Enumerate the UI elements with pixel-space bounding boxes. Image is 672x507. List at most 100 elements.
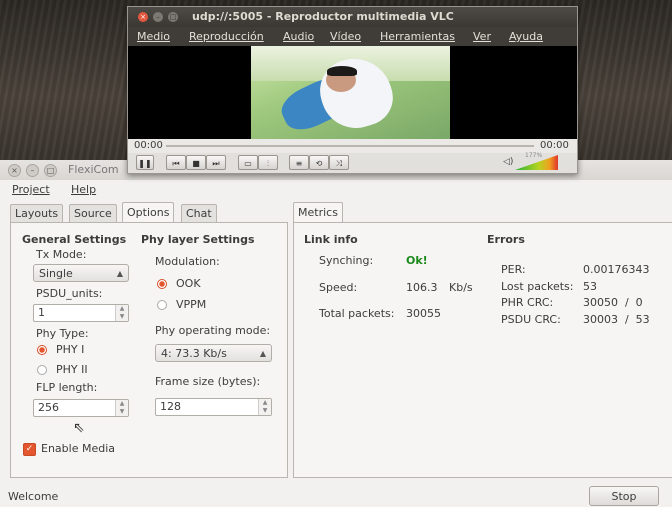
tab-metrics[interactable]: Metrics xyxy=(293,202,343,222)
phy1-radio[interactable] xyxy=(37,345,47,355)
frame-size-label: Frame size (bytes): xyxy=(155,375,261,388)
video-area[interactable] xyxy=(128,46,577,139)
time-elapsed: 00:00 xyxy=(134,140,163,151)
phr-crc-label: PHR CRC: xyxy=(501,296,554,309)
phr-crc-value: 30050 / 0 xyxy=(583,296,643,309)
tab-source[interactable]: Source xyxy=(69,204,117,222)
phy-type-label: Phy Type: xyxy=(36,327,89,340)
vlc-menu-medio[interactable]: Medio xyxy=(137,30,170,43)
tx-mode-select[interactable]: Single ▲ xyxy=(33,264,129,282)
modulation-label: Modulation: xyxy=(155,255,220,268)
updown-icon: ▲ xyxy=(259,349,266,358)
link-info-heading: Link info xyxy=(304,233,358,246)
volume-percent: 177% xyxy=(525,152,543,159)
speed-unit: Kb/s xyxy=(449,281,473,294)
stop-button[interactable]: Stop xyxy=(589,486,659,506)
menu-project[interactable]: Project xyxy=(12,183,50,196)
maximize-icon[interactable]: □ xyxy=(44,164,57,177)
per-label: PER: xyxy=(501,263,526,276)
previous-icon[interactable]: ⏮ xyxy=(166,155,186,170)
metrics-panel: Link info Synching: Ok! Speed: 106.3 Kb/… xyxy=(293,222,672,478)
equalizer-icon[interactable]: ⫶ xyxy=(258,155,278,170)
phy-mode-select[interactable]: 4: 73.3 Kb/s ▲ xyxy=(155,344,272,362)
speaker-icon: ◁) xyxy=(503,157,514,167)
synching-value: Ok! xyxy=(406,254,428,267)
menu-help[interactable]: Help xyxy=(71,183,96,196)
speed-value: 106.3 xyxy=(406,281,438,294)
vppm-label: VPPM xyxy=(176,298,207,311)
vlc-menu-ver[interactable]: Ver xyxy=(473,30,491,43)
vlc-titlebar[interactable]: × – □ udp://:5005 - Reproductor multimed… xyxy=(128,7,577,27)
ook-label: OOK xyxy=(176,277,201,290)
total-packets-value: 30055 xyxy=(406,307,441,320)
seek-slider[interactable] xyxy=(166,145,534,147)
vlc-menu-reproduccion[interactable]: Reproducción xyxy=(189,30,264,43)
vlc-menubar: Medio Reproducción Audio Vídeo Herramien… xyxy=(128,27,577,46)
phy2-radio[interactable] xyxy=(37,365,47,375)
flp-length-label: FLP length: xyxy=(36,381,98,394)
phy-settings-heading: Phy layer Settings xyxy=(141,233,255,246)
options-panel: General Settings Tx Mode: Single ▲ PSDU_u… xyxy=(10,222,288,478)
maximize-icon[interactable]: □ xyxy=(168,12,178,22)
vlc-window: × – □ udp://:5005 - Reproductor multimed… xyxy=(127,6,578,174)
flp-length-spinner[interactable]: 256 ▲ ▼ xyxy=(33,399,129,417)
window-title: FlexiCom xyxy=(68,163,119,176)
tx-mode-label: Tx Mode: xyxy=(36,248,87,261)
vlc-controls: ❚❚ ⏮ ■ ⏭ ▭ ⫶ ≡ ⟲ ⤨ ◁) 177% xyxy=(128,152,577,173)
frame-size-spinner[interactable]: 128 ▲ ▼ xyxy=(155,398,272,416)
enable-media-label: Enable Media xyxy=(41,442,116,455)
per-value: 0.00176343 xyxy=(583,263,650,276)
pause-icon[interactable]: ❚❚ xyxy=(136,155,154,170)
video-frame xyxy=(251,46,450,139)
psdu-units-spinner[interactable]: 1 ▲ ▼ xyxy=(33,304,129,322)
vlc-menu-audio[interactable]: Audio xyxy=(283,30,314,43)
vlc-menu-video[interactable]: Vídeo xyxy=(330,30,361,43)
vppm-radio[interactable] xyxy=(157,300,167,310)
updown-icon: ▲ xyxy=(116,269,123,278)
phy-mode-value: 4: 73.3 Kb/s xyxy=(161,347,227,360)
minimize-icon[interactable]: – xyxy=(153,12,163,22)
vlc-title: udp://:5005 - Reproductor multimedia VLC xyxy=(192,10,454,23)
volume-slider[interactable]: ◁) 177% xyxy=(503,152,558,170)
enable-media-checkbox[interactable]: ✓ xyxy=(23,443,36,456)
ook-radio[interactable] xyxy=(157,279,167,289)
spin-arrows-icon[interactable]: ▲ ▼ xyxy=(258,399,271,415)
phy2-label: PHY II xyxy=(56,363,88,376)
status-text: Welcome xyxy=(8,490,59,503)
vlc-menu-ayuda[interactable]: Ayuda xyxy=(509,30,543,43)
vlc-menu-herramientas[interactable]: Herramientas xyxy=(380,30,455,43)
next-icon[interactable]: ⏭ xyxy=(206,155,226,170)
frame-size-value: 128 xyxy=(160,400,181,413)
flp-length-value: 256 xyxy=(38,401,59,414)
psdu-crc-label: PSDU CRC: xyxy=(501,313,561,326)
tab-chat[interactable]: Chat xyxy=(181,204,217,222)
tab-layouts[interactable]: Layouts xyxy=(10,204,64,222)
psdu-crc-value: 30003 / 53 xyxy=(583,313,650,326)
speed-label: Speed: xyxy=(319,281,358,294)
phy1-label: PHY I xyxy=(56,343,85,356)
seek-bar-row: 00:00 00:00 xyxy=(128,139,577,153)
flexicom-window: × – □ FlexiCom Project Help Layouts Sour… xyxy=(0,160,672,506)
mouse-cursor-icon: ⇖ xyxy=(73,420,85,436)
tx-mode-value: Single xyxy=(39,267,73,280)
synching-label: Synching: xyxy=(319,254,374,267)
stop-icon[interactable]: ■ xyxy=(186,155,206,170)
fullscreen-icon[interactable]: ▭ xyxy=(238,155,258,170)
minimize-icon[interactable]: – xyxy=(26,164,39,177)
tab-options[interactable]: Options xyxy=(122,202,175,222)
phy-mode-label: Phy operating mode: xyxy=(155,324,271,337)
shuffle-icon[interactable]: ⤨ xyxy=(329,155,349,170)
close-icon[interactable]: × xyxy=(138,12,148,22)
psdu-units-value: 1 xyxy=(38,306,45,319)
close-icon[interactable]: × xyxy=(8,164,21,177)
playlist-icon[interactable]: ≡ xyxy=(289,155,309,170)
video-figure xyxy=(327,66,357,76)
spin-arrows-icon[interactable]: ▲ ▼ xyxy=(115,400,128,416)
general-settings-heading: General Settings xyxy=(22,233,127,246)
total-packets-label: Total packets: xyxy=(319,307,395,320)
loop-icon[interactable]: ⟲ xyxy=(309,155,329,170)
lost-packets-label: Lost packets: xyxy=(501,280,574,293)
errors-heading: Errors xyxy=(487,233,525,246)
spin-arrows-icon[interactable]: ▲ ▼ xyxy=(115,305,128,321)
menubar: Project Help xyxy=(0,180,672,200)
